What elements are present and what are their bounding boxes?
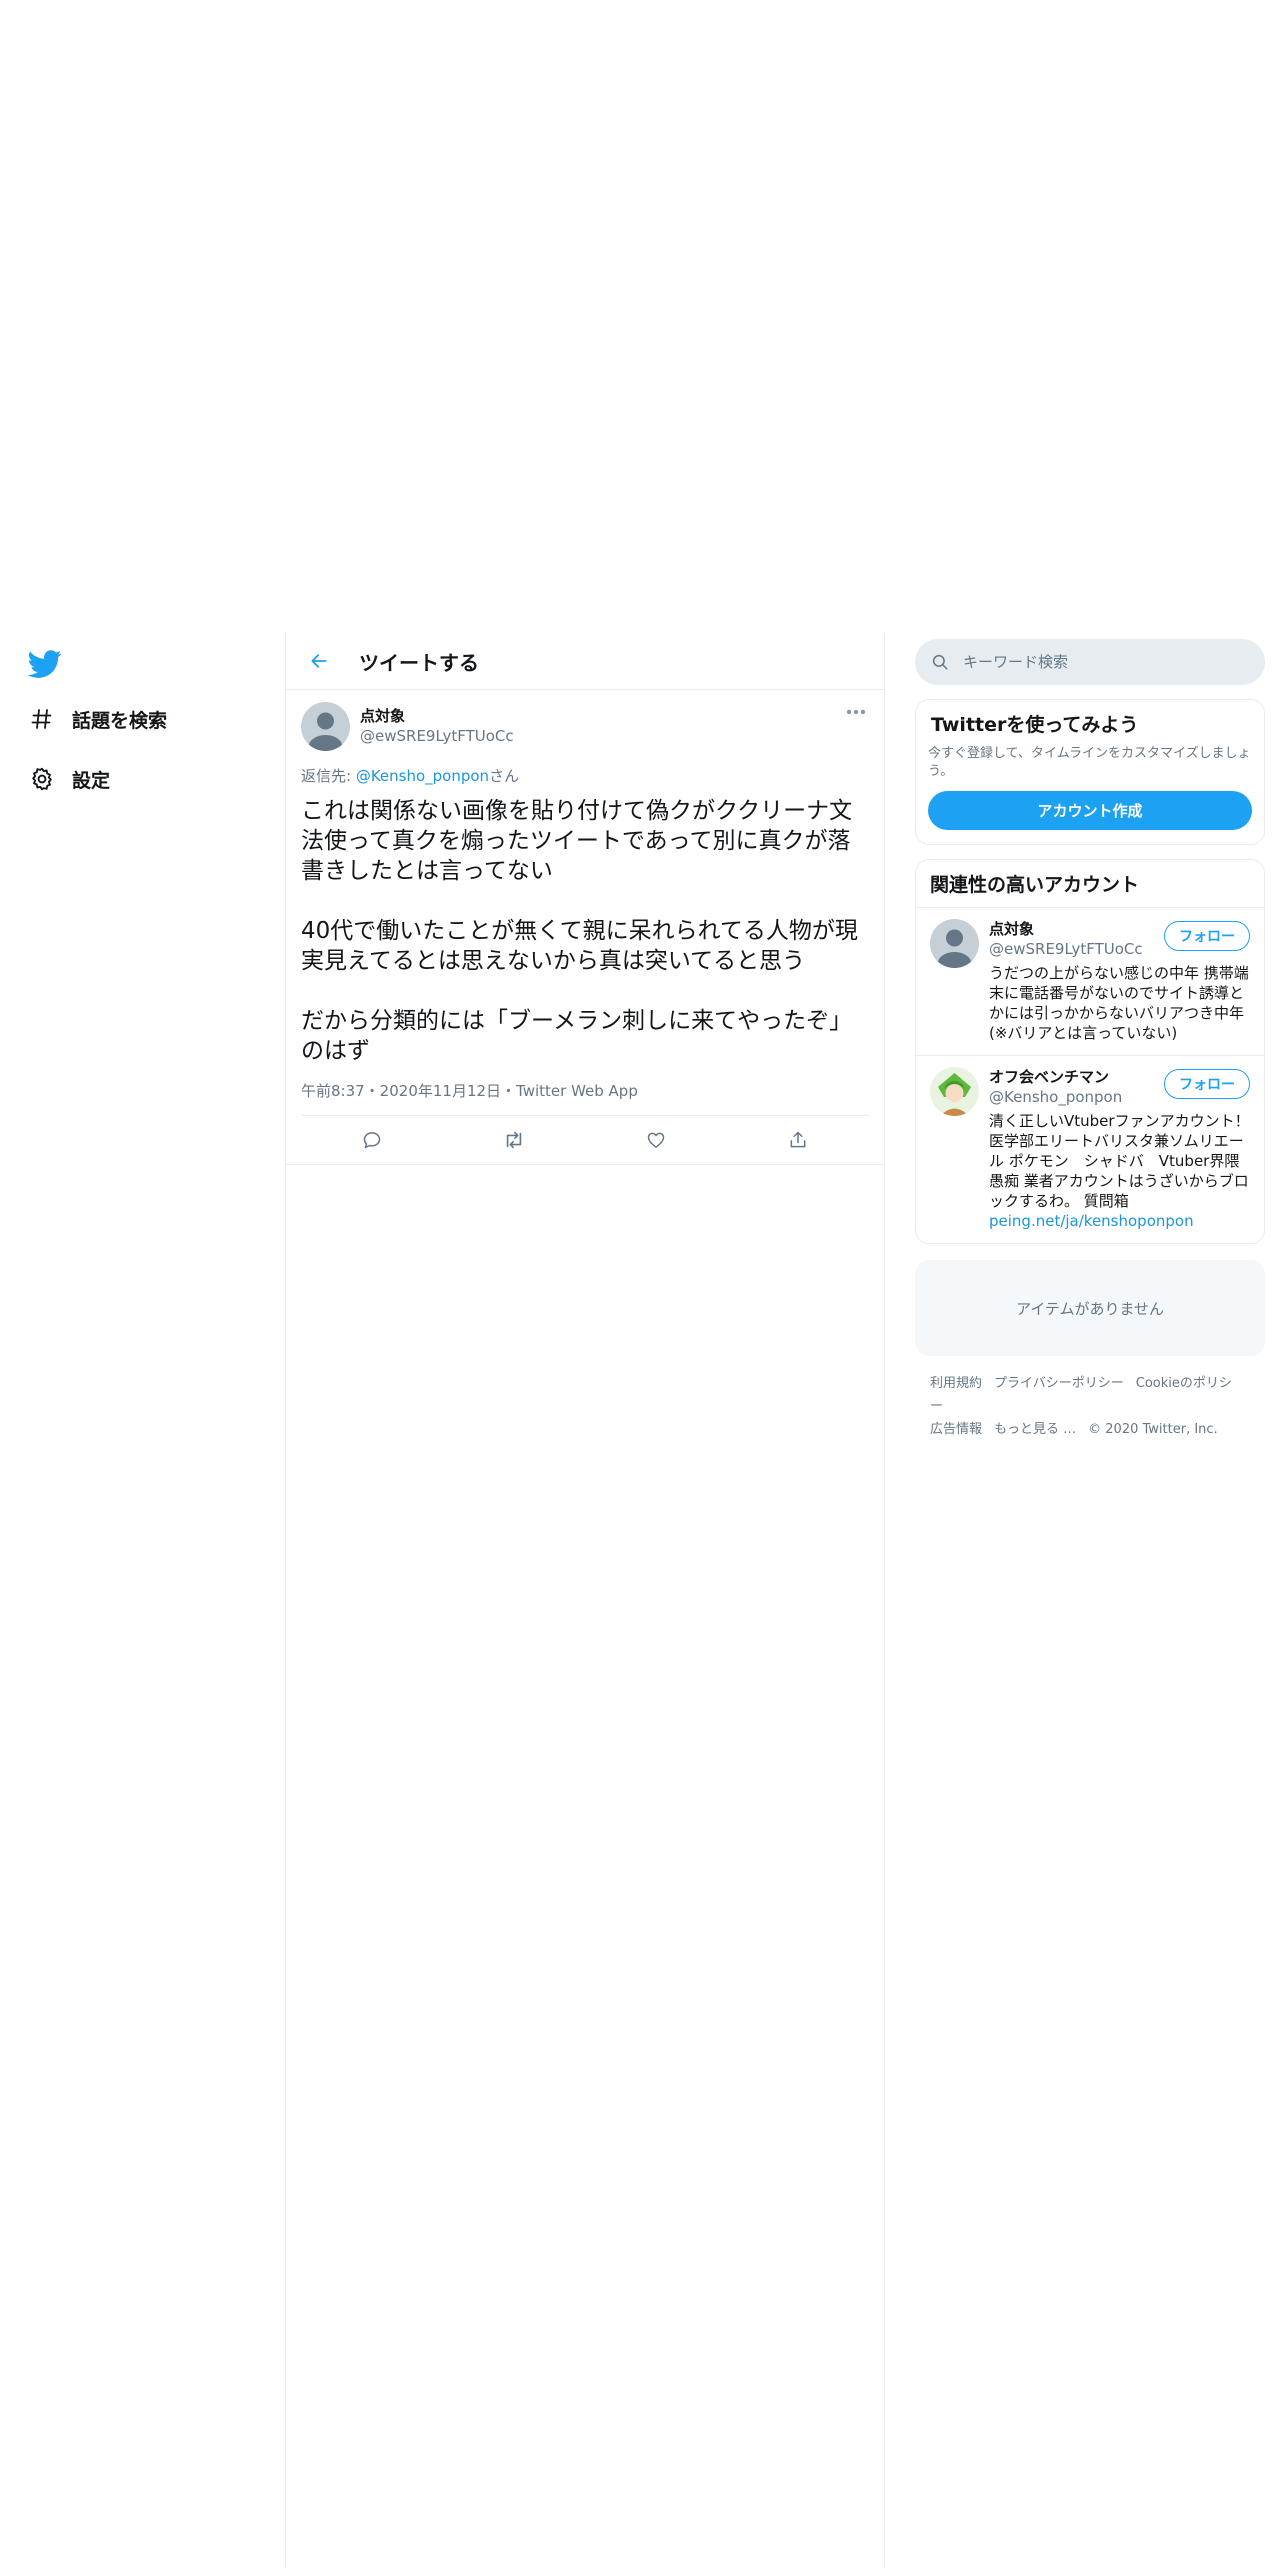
tweet-actions (301, 1116, 869, 1164)
follow-button[interactable]: フォロー (1164, 1069, 1250, 1099)
avatar[interactable] (301, 702, 350, 751)
nav-item-label: 設定 (72, 769, 111, 792)
retweet-icon (506, 1131, 522, 1149)
nav-item-explore[interactable]: 話題を検索 (28, 699, 167, 739)
nav-item-label: 話題を検索 (72, 709, 168, 732)
user-handle[interactable]: @Kensho_ponpon (989, 1087, 1122, 1107)
related-accounts-title: 関連性の高いアカウント (916, 860, 1264, 908)
signup-card: Twitterを使ってみよう 今すぐ登録して、タイムラインをカスタマイズしましょ… (915, 699, 1265, 845)
back-button[interactable] (301, 643, 337, 679)
reply-prefix: 返信先: (301, 767, 356, 785)
twitter-logo-icon[interactable] (27, 647, 62, 681)
footer-link-ads[interactable]: 広告情報 (930, 1422, 982, 1437)
tweet-detail: 点対象 @ewSRE9LytFTUoCc 返信先: @Kensho_ponpon… (286, 690, 884, 1165)
create-account-button[interactable]: アカウント作成 (928, 791, 1252, 830)
footer-link-more[interactable]: もっと見る … (994, 1422, 1076, 1437)
footer-link-privacy[interactable]: プライバシーポリシー (994, 1376, 1124, 1391)
author-name[interactable]: 点対象 (360, 706, 514, 726)
user-name[interactable]: 点対象 (989, 919, 1143, 939)
more-dots-icon (846, 709, 866, 715)
gear-icon (28, 765, 56, 793)
list-item[interactable]: 点対象 @ewSRE9LytFTUoCc フォロー うだつの上がらない感じの中年… (916, 908, 1264, 1056)
search-icon (932, 654, 948, 670)
reply-to-line: 返信先: @Kensho_ponponさん (301, 765, 869, 786)
user-bio: 清く正しいVtuberファンアカウント！ 医学部エリートバリスタ兼ソムリエール … (989, 1111, 1250, 1231)
reply-suffix: さん (489, 767, 520, 785)
related-accounts-card: 関連性の高いアカウント 点対象 @ewSRE9LytFTUoCc フォロー うだ… (915, 859, 1265, 1244)
user-name[interactable]: オフ会ベンチマン (989, 1067, 1122, 1087)
nav-item-settings[interactable]: 設定 (28, 759, 110, 799)
arrow-left-icon (311, 654, 327, 668)
footer: 利用規約 プライバシーポリシー Cookieのポリシー 広告情報 もっと見る … © 2… (915, 1372, 1265, 1441)
reply-icon (363, 1132, 381, 1149)
user-handle[interactable]: @ewSRE9LytFTUoCc (989, 939, 1143, 959)
search-input[interactable] (963, 653, 1223, 671)
signup-description: 今すぐ登録して、タイムラインをカスタマイズしましょう。 (928, 746, 1251, 779)
heart-icon (647, 1132, 665, 1148)
user-bio-text: 清く正しいVtuberファンアカウント！ 医学部エリートバリスタ兼ソムリエール … (989, 1112, 1250, 1210)
reply-button[interactable] (353, 1121, 391, 1159)
retweet-button[interactable] (495, 1121, 533, 1159)
avatar[interactable] (930, 919, 979, 968)
list-item[interactable]: オフ会ベンチマン @Kensho_ponpon フォロー 清く正しいVtuber… (916, 1056, 1264, 1243)
empty-message: アイテムがありません (1015, 1299, 1165, 1318)
share-icon (790, 1131, 806, 1148)
search-box[interactable] (915, 639, 1265, 685)
copyright: © 2020 Twitter, Inc. (1088, 1422, 1218, 1437)
like-button[interactable] (637, 1121, 675, 1159)
footer-link-terms[interactable]: 利用規約 (930, 1376, 982, 1391)
share-button[interactable] (779, 1121, 817, 1159)
hashtag-icon (28, 705, 56, 733)
right-sidebar: Twitterを使ってみよう 今すぐ登録して、タイムラインをカスタマイズしましょ… (915, 633, 1265, 1441)
avatar[interactable] (930, 1067, 979, 1116)
tweet-text: これは関係ない画像を貼り付けて偽クがククリーナ文法使って真クを煽ったツイートであ… (301, 798, 858, 1064)
main-column: ツイートする 点対象 @ewSRE9LytFTUoCc 返信先: @Kensho… (285, 633, 885, 2568)
user-bio-link[interactable]: peing.net/ja/kenshoponpon (989, 1212, 1194, 1230)
empty-trends-box: アイテムがありません (915, 1260, 1265, 1356)
page-header: ツイートする (286, 633, 884, 690)
page-title: ツイートする (359, 650, 479, 675)
author-handle[interactable]: @ewSRE9LytFTUoCc (360, 726, 514, 746)
more-options-button[interactable] (844, 704, 868, 720)
follow-button[interactable]: フォロー (1164, 921, 1250, 951)
page: 話題を検索 設定 ツイートする 点対象 @ewSRE9LytFTUoCc 返信先… (0, 0, 1284, 2568)
user-bio: うだつの上がらない感じの中年 携帯端末に電話番号がないのでサイト誘導とかには引っ… (989, 964, 1249, 1042)
signup-title: Twitterを使ってみよう (931, 714, 1139, 736)
tweet-timestamp[interactable]: 午前8:37・2020年11月12日・Twitter Web App (301, 1080, 869, 1116)
reply-to-handle-link[interactable]: @Kensho_ponpon (356, 767, 489, 785)
